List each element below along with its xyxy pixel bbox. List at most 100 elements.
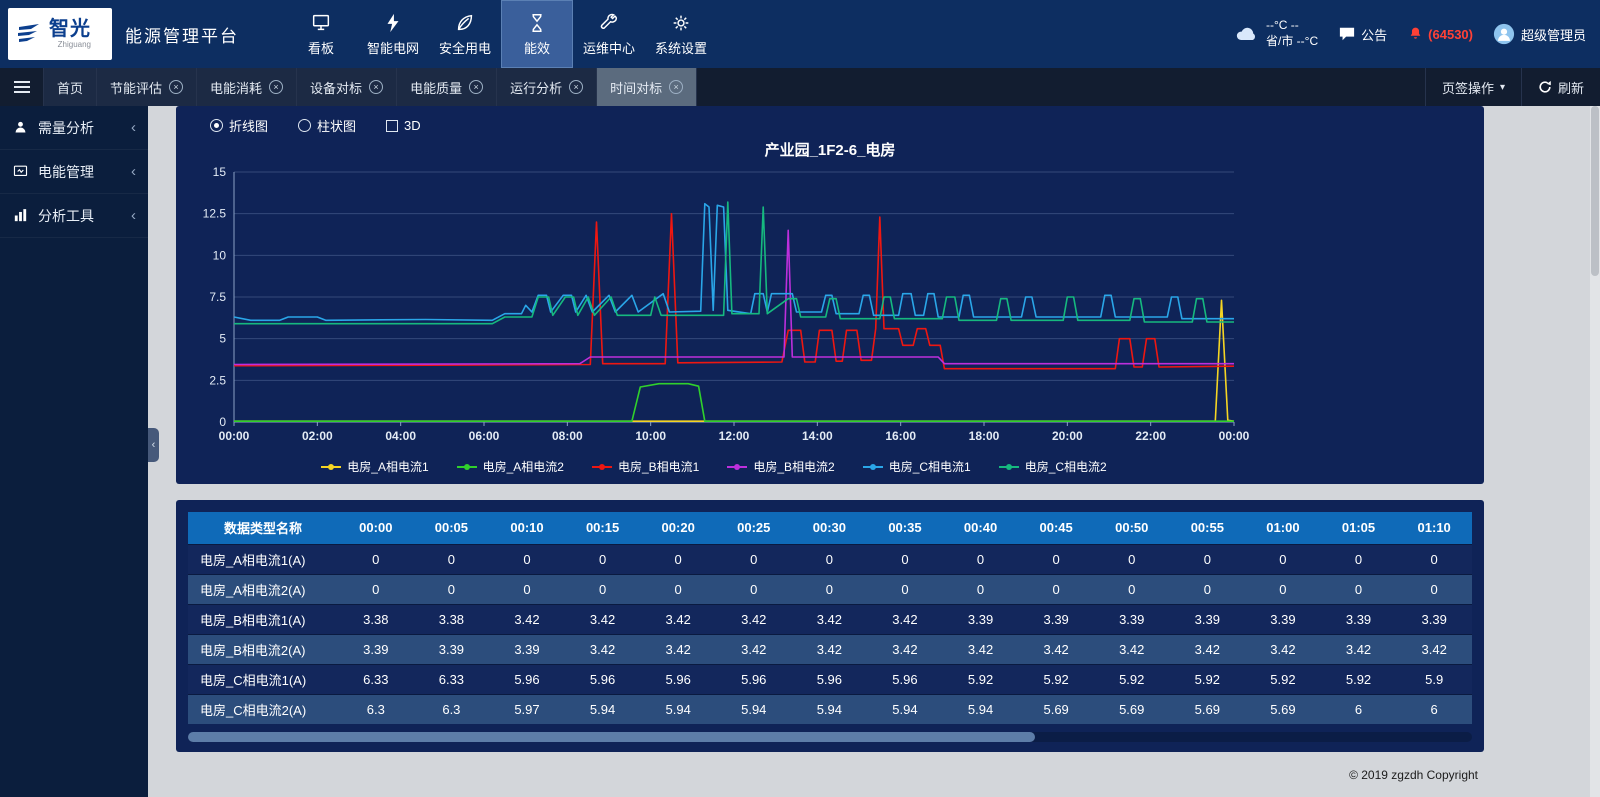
dashboard-monitor-icon — [310, 12, 332, 34]
nav-item-label: 安全用电 — [439, 38, 491, 57]
scrollbar-thumb[interactable] — [1591, 106, 1599, 276]
tab-operation-analysis[interactable]: 运行分析 × — [497, 68, 597, 106]
close-icon[interactable]: × — [369, 80, 383, 94]
table-header-cell: 00:30 — [792, 512, 868, 544]
value-cell: 6 — [1321, 694, 1397, 724]
value-cell: 0 — [338, 574, 414, 604]
value-cell: 5.92 — [1094, 664, 1170, 694]
chart-type-bar-radio[interactable]: 柱状图 — [298, 116, 356, 135]
radio-label: 折线图 — [229, 116, 268, 135]
value-cell: 0 — [792, 574, 868, 604]
legend-item[interactable]: 电房_A相电流1 — [321, 458, 428, 475]
value-cell: 5.94 — [943, 694, 1019, 724]
chart-type-line-radio[interactable]: 折线图 — [210, 116, 268, 135]
close-icon[interactable]: × — [269, 80, 283, 94]
value-cell: 0 — [716, 544, 792, 574]
value-cell: 6 — [1396, 694, 1472, 724]
alarm-button[interactable]: (64530) — [1407, 25, 1473, 43]
chart-type-controls: 折线图 柱状图 3D — [194, 112, 1466, 135]
svg-text:0: 0 — [219, 415, 226, 429]
svg-text:12:00: 12:00 — [719, 429, 750, 443]
tab-label: 节能评估 — [110, 78, 162, 97]
value-cell: 5.9 — [1396, 664, 1472, 694]
legend-label: 电房_B相电流2 — [753, 458, 834, 475]
value-cell: 5.92 — [1245, 664, 1321, 694]
svg-text:15: 15 — [213, 165, 227, 179]
tab-device-benchmark[interactable]: 设备对标 × — [297, 68, 397, 106]
wrench-icon — [598, 12, 620, 34]
footer-copyright: © 2019 zgzdh Copyright — [176, 752, 1484, 782]
value-cell: 3.39 — [414, 634, 490, 664]
value-cell: 5.96 — [565, 664, 641, 694]
notice-button[interactable]: 公告 — [1338, 25, 1387, 44]
refresh-button[interactable]: 刷新 — [1521, 68, 1600, 106]
bar-chart-icon — [12, 207, 29, 224]
nav-item-safe-power[interactable]: 安全用电 — [429, 0, 501, 68]
row-name-cell: 电房_B相电流2(A) — [188, 634, 338, 664]
nav-item-energy-efficiency[interactable]: 能效 — [501, 0, 573, 68]
nav-item-dashboard[interactable]: 看板 — [285, 0, 357, 68]
legend-item[interactable]: 电房_A相电流2 — [457, 458, 564, 475]
close-icon[interactable]: × — [469, 80, 483, 94]
table-header-cell: 00:40 — [943, 512, 1019, 544]
nav-item-smart-grid[interactable]: 智能电网 — [357, 0, 429, 68]
energy-board-icon — [12, 163, 29, 180]
value-cell: 0 — [1321, 544, 1397, 574]
nav-item-label: 系统设置 — [655, 38, 707, 57]
value-cell: 3.39 — [1321, 604, 1397, 634]
svg-text:12.5: 12.5 — [203, 207, 227, 221]
tab-energy-saving-eval[interactable]: 节能评估 × — [97, 68, 197, 106]
tab-time-benchmark[interactable]: 时间对标 × — [597, 68, 697, 106]
nav-item-ops-center[interactable]: 运维中心 — [573, 0, 645, 68]
data-table: 数据类型名称00:0000:0500:1000:1500:2000:2500:3… — [188, 512, 1472, 724]
value-cell: 5.94 — [792, 694, 868, 724]
tab-operations-button[interactable]: 页签操作 ▾ — [1425, 68, 1521, 106]
legend-item[interactable]: 电房_C相电流2 — [999, 458, 1107, 475]
sidebar-item-energy-management[interactable]: 电能管理 ‹ — [0, 150, 148, 194]
value-cell: 5.96 — [489, 664, 565, 694]
value-cell: 3.42 — [716, 634, 792, 664]
legend-item[interactable]: 电房_B相电流1 — [592, 458, 699, 475]
legend-item[interactable]: 电房_B相电流2 — [727, 458, 834, 475]
scrollbar-thumb[interactable] — [188, 732, 1035, 742]
value-cell: 0 — [792, 544, 868, 574]
tab-power-consumption[interactable]: 电能消耗 × — [197, 68, 297, 106]
legend-item[interactable]: 电房_C相电流1 — [863, 458, 971, 475]
value-cell: 3.42 — [867, 604, 943, 634]
tab-label: 运行分析 — [510, 78, 562, 97]
user-name: 超级管理员 — [1521, 25, 1586, 44]
nav-item-system-settings[interactable]: 系统设置 — [645, 0, 717, 68]
cloud-icon — [1234, 24, 1260, 44]
close-icon[interactable]: × — [669, 80, 683, 94]
sidebar-collapse-handle[interactable]: ‹ — [148, 428, 159, 462]
value-cell: 0 — [640, 574, 716, 604]
svg-text:2.5: 2.5 — [209, 373, 226, 387]
weather-region: 省/市 --°C — [1266, 34, 1318, 50]
line-chart[interactable]: 02.557.51012.51500:0002:0004:0006:0008:0… — [194, 162, 1438, 454]
tab-label: 时间对标 — [610, 78, 662, 97]
avatar-icon — [1493, 23, 1515, 45]
value-cell: 3.42 — [489, 604, 565, 634]
legend-marker-icon — [727, 466, 747, 468]
chart-3d-checkbox[interactable]: 3D — [386, 118, 421, 133]
app-logo[interactable]: 智光 Zhiguang — [8, 8, 112, 60]
tab-power-quality[interactable]: 电能质量 × — [397, 68, 497, 106]
table-header-cell: 00:50 — [1094, 512, 1170, 544]
svg-text:04:00: 04:00 — [385, 429, 416, 443]
close-icon[interactable]: × — [569, 80, 583, 94]
close-icon[interactable]: × — [169, 80, 183, 94]
logo-text: 智光 — [49, 19, 91, 39]
app-header: 智光 Zhiguang 能源管理平台 看板 智能电网 安全用电 — [0, 0, 1600, 68]
horizontal-scrollbar[interactable] — [188, 732, 1472, 742]
sidebar-item-demand-analysis[interactable]: 需量分析 ‹ — [0, 106, 148, 150]
sidebar-toggle-button[interactable] — [0, 68, 44, 106]
person-chart-icon — [12, 119, 29, 136]
chevron-left-icon: ‹ — [131, 119, 136, 136]
sidebar-item-analysis-tools[interactable]: 分析工具 ‹ — [0, 194, 148, 238]
vertical-scrollbar[interactable] — [1590, 106, 1600, 797]
user-menu[interactable]: 超级管理员 — [1493, 23, 1586, 45]
tab-home[interactable]: 首页 — [44, 68, 97, 106]
table-header-cell: 00:20 — [640, 512, 716, 544]
page-title: 能源管理平台 — [125, 22, 239, 47]
value-cell: 3.42 — [640, 604, 716, 634]
